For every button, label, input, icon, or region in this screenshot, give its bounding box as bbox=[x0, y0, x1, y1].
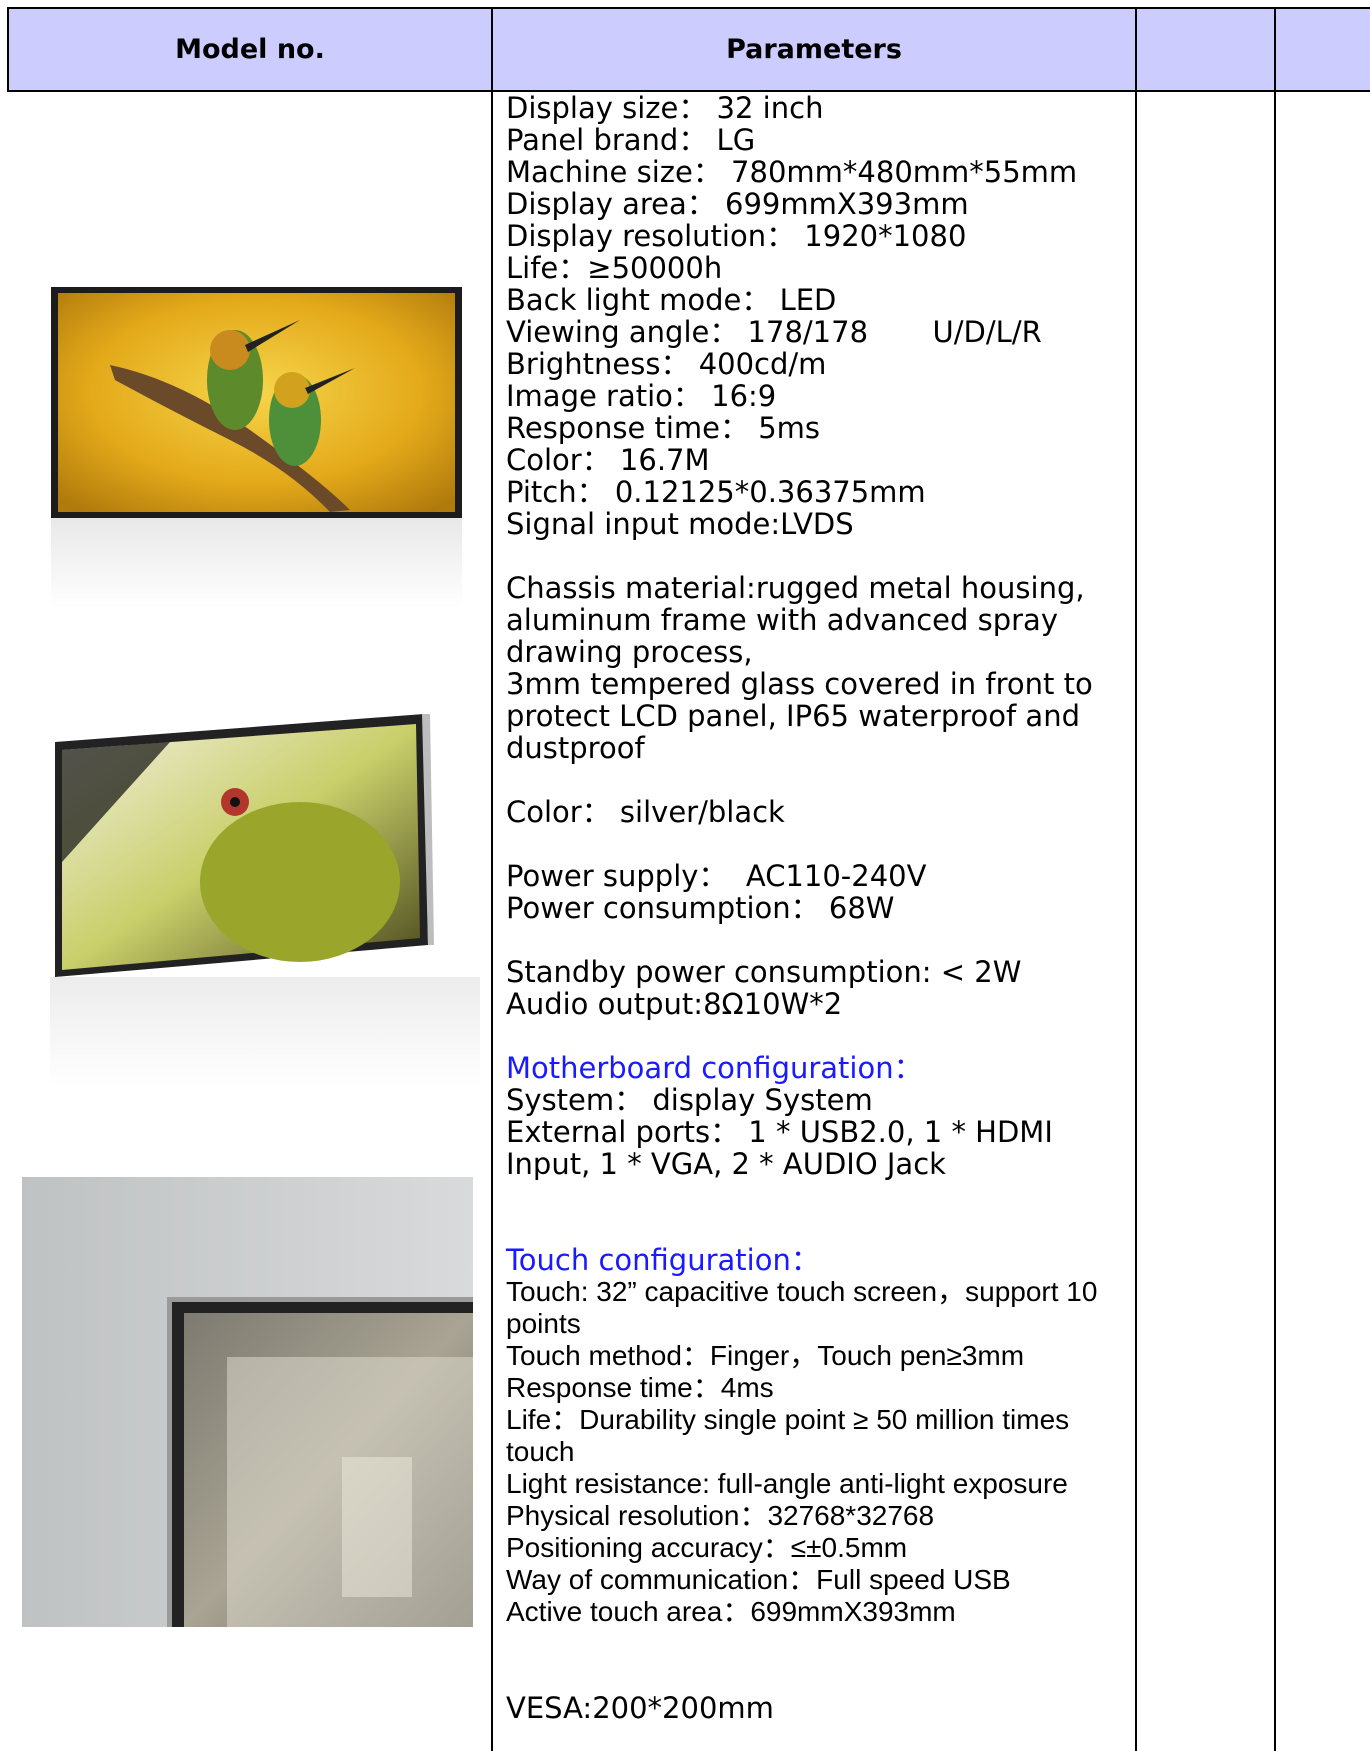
motherboard-heading: Motherboard configuration： bbox=[506, 1051, 923, 1085]
param-panel-brand: Panel brand： LG bbox=[506, 123, 756, 157]
param-system: System： display System bbox=[506, 1083, 873, 1117]
param-physical-resolution: Physical resolution：32768*32768 bbox=[506, 1500, 935, 1531]
param-viewing-angle: Viewing angle： 178/178 U/D/L/R bbox=[506, 315, 1042, 349]
param-positioning: Positioning accuracy：≤±0.5mm bbox=[506, 1532, 908, 1563]
param-power-supply: Power supply： AC110-240V bbox=[506, 859, 927, 893]
param-communication: Way of communication：Full speed USB bbox=[506, 1564, 1011, 1595]
param-signal-input: Signal input mode:LVDS bbox=[506, 507, 854, 541]
param-touch-response: Response time：4ms bbox=[506, 1372, 774, 1403]
header-parameters-label: Parameters bbox=[726, 34, 902, 65]
product-photo-1 bbox=[20, 270, 480, 610]
param-pitch: Pitch： 0.12125*0.36375mm bbox=[506, 475, 926, 509]
monitor-photo-corner-icon bbox=[22, 1177, 473, 1627]
param-image-ratio: Image ratio： 16:9 bbox=[506, 379, 777, 413]
param-light-resistance: Light resistance: full-angle anti-light … bbox=[506, 1468, 1068, 1499]
param-active-area: Active touch area：699mmX393mm bbox=[506, 1596, 956, 1627]
param-power-consumption: Power consumption： 68W bbox=[506, 891, 895, 925]
table-divider-3 bbox=[1274, 7, 1276, 1751]
header-model-no: Model no. bbox=[9, 9, 491, 90]
table-border-top bbox=[7, 7, 1370, 9]
param-machine-size: Machine size： 780mm*480mm*55mm bbox=[506, 155, 1078, 189]
table-divider-1 bbox=[491, 7, 493, 1751]
param-vesa: VESA:200*200mm bbox=[506, 1691, 774, 1725]
header-parameters: Parameters bbox=[493, 9, 1135, 90]
param-standby: Standby power consumption: < 2W bbox=[506, 955, 1022, 989]
product-photo-3 bbox=[22, 1177, 473, 1627]
table-border-left bbox=[7, 7, 9, 92]
param-chassis: Chassis material:rugged metal housing, a… bbox=[506, 571, 1085, 669]
param-color-options: Color： silver/black bbox=[506, 795, 785, 829]
header-col3 bbox=[1137, 9, 1274, 90]
param-display-area: Display area： 699mmX393mm bbox=[506, 187, 969, 221]
parameters-cell: Display size： 32 inch Panel brand： LG Ma… bbox=[506, 92, 1131, 1724]
param-touch-method: Touch method：Finger，Touch pen≥3mm bbox=[506, 1340, 1025, 1371]
table-divider-2 bbox=[1135, 7, 1137, 1751]
param-touch: Touch: 32” capacitive touch screen，suppo… bbox=[506, 1276, 1098, 1339]
param-display-size: Display size： 32 inch bbox=[506, 91, 824, 125]
monitor-photo-birds-icon bbox=[51, 287, 462, 608]
param-audio: Audio output:8Ω10W*2 bbox=[506, 987, 843, 1021]
header-col4 bbox=[1276, 9, 1370, 90]
param-color-depth: Color： 16.7M bbox=[506, 443, 710, 477]
param-touch-life: Life：Durability single point ≥ 50 millio… bbox=[506, 1404, 1070, 1467]
param-ports: External ports： 1 * USB2.0, 1 * HDMI Inp… bbox=[506, 1115, 1053, 1181]
header-model-no-label: Model no. bbox=[175, 34, 325, 65]
param-brightness: Brightness： 400cd/m bbox=[506, 347, 827, 381]
param-response-time: Response time： 5ms bbox=[506, 411, 821, 445]
touch-heading: Touch configuration： bbox=[506, 1243, 820, 1277]
param-back-light: Back light mode： LED bbox=[506, 283, 837, 317]
param-glass: 3mm tempered glass covered in front to p… bbox=[506, 667, 1093, 765]
product-photo-2 bbox=[50, 712, 480, 1087]
param-display-resolution: Display resolution： 1920*1080 bbox=[506, 219, 967, 253]
param-life: Life：≥50000h bbox=[506, 251, 723, 285]
monitor-photo-green-bird-icon bbox=[50, 714, 480, 1087]
